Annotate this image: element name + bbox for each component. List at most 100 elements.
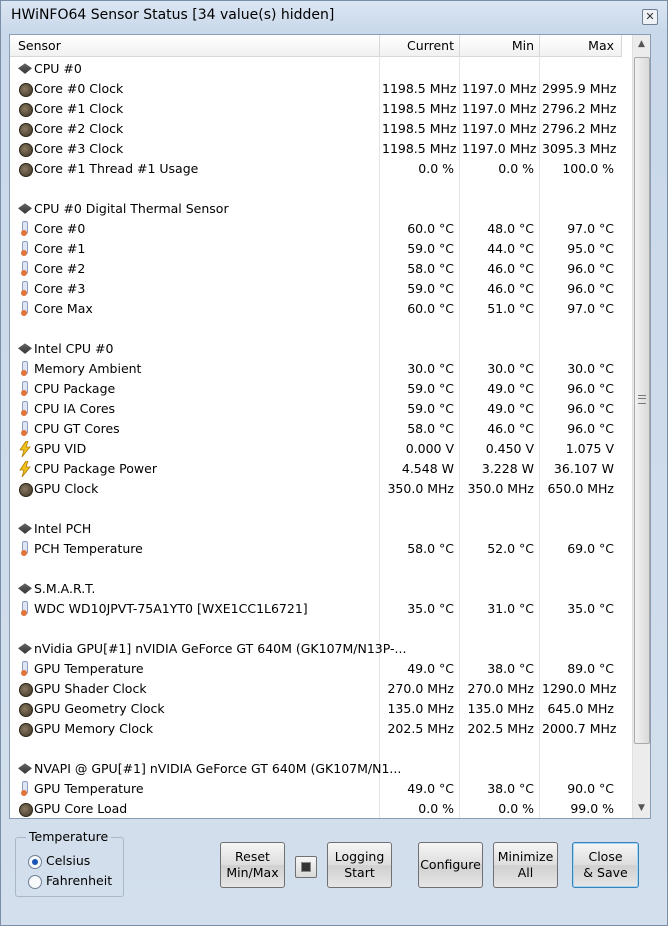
vertical-scrollbar[interactable]: ▲ ▼ (632, 35, 650, 818)
sensor-max-value: 2995.9 MHz (542, 81, 617, 96)
sensor-min-value: 49.0 °C (487, 401, 534, 416)
sensor-row[interactable]: Core #0 Clock 1198.5 MHz 1197.0 MHz 2995.9 … (10, 79, 622, 99)
sensor-max-value: 96.0 °C (567, 421, 614, 436)
sensor-current-value: 0.000 V (405, 441, 454, 456)
sensor-row[interactable]: Core #3 Clock 1198.5 MHz 1197.0 MHz 3095.3 … (10, 139, 622, 159)
clock-icon (19, 803, 33, 817)
sensor-row[interactable]: GPU VID 0.000 V 0.450 V 1.075 V (10, 439, 622, 459)
clock-icon (19, 723, 33, 737)
clock-icon (19, 683, 33, 697)
sensor-row[interactable]: GPU Temperature 49.0 °C 38.0 °C 89.0 °C (10, 659, 622, 679)
logging-start-button[interactable]: Logging Start (327, 842, 392, 888)
scroll-up-icon[interactable]: ▲ (633, 35, 650, 53)
sensor-row[interactable]: Core Max 60.0 °C 51.0 °C 97.0 °C (10, 299, 622, 319)
clock-icon (19, 143, 33, 157)
sensor-current-value: 60.0 °C (407, 301, 454, 316)
sensor-group-row[interactable]: CPU #0 (10, 59, 622, 79)
window-close-icon[interactable]: ✕ (642, 9, 658, 25)
reset-label-line2: Min/Max (226, 865, 279, 880)
sensor-row[interactable]: GPU Memory Clock 202.5 MHz 202.5 MHz 2000.7… (10, 719, 622, 739)
spacer-row (10, 319, 622, 339)
sensor-row[interactable]: Core #1 Clock 1198.5 MHz 1197.0 MHz 2796.2 … (10, 99, 622, 119)
sensor-group-row[interactable]: Intel CPU #0 (10, 339, 622, 359)
sensor-group-row[interactable]: nVidia GPU[#1] nVIDIA GeForce GT 640M (G… (10, 639, 622, 659)
sensor-row[interactable]: Core #2 58.0 °C 46.0 °C 96.0 °C (10, 259, 622, 279)
sensor-row[interactable]: CPU IA Cores 59.0 °C 49.0 °C 96.0 °C (10, 399, 622, 419)
sensor-row[interactable]: GPU Shader Clock 270.0 MHz 270.0 MHz 1290.0… (10, 679, 622, 699)
reset-min-max-button[interactable]: Reset Min/Max (220, 842, 285, 888)
sensor-label: Core #1 (34, 241, 86, 256)
sensor-current-value: 4.548 W (401, 461, 454, 476)
sensor-label: WDC WD10JPVT-75A1YT0 [WXE1CC1L6721] (34, 601, 308, 616)
sensor-min-value: 1197.0 MHz (462, 81, 537, 96)
sensor-row[interactable]: Core #1 59.0 °C 44.0 °C 95.0 °C (10, 239, 622, 259)
lightning-icon (19, 440, 31, 458)
bottom-toolbar: Temperature Celsius Fahrenheit Reset Min/… (1, 821, 667, 925)
column-header-current[interactable]: Current (380, 35, 454, 56)
sensor-row[interactable]: Core #1 Thread #1 Usage 0.0 % 0.0 % 100.0 % (10, 159, 622, 179)
sensor-row[interactable]: CPU Package 59.0 °C 49.0 °C 96.0 °C (10, 379, 622, 399)
sensor-group-row[interactable]: S.M.A.R.T. (10, 579, 622, 599)
window-title: HWiNFO64 Sensor Status [34 value(s) hidd… (11, 7, 335, 23)
sensor-min-value: 46.0 °C (487, 421, 534, 436)
fahrenheit-radio[interactable] (28, 875, 42, 889)
column-header-max[interactable]: Max (540, 35, 614, 56)
sensor-row[interactable]: CPU GT Cores 58.0 °C 46.0 °C 96.0 °C (10, 419, 622, 439)
close-and-save-button[interactable]: Close & Save (572, 842, 639, 888)
sensor-current-value: 1198.5 MHz (382, 101, 457, 116)
column-header-min[interactable]: Min (460, 35, 534, 56)
sensor-max-value: 96.0 °C (567, 261, 614, 276)
sensor-group-row[interactable]: CPU #0 Digital Thermal Sensor (10, 199, 622, 219)
sensor-row[interactable]: WDC WD10JPVT-75A1YT0 [WXE1CC1L6721] 35.0 … (10, 599, 622, 619)
sensor-label: GPU Temperature (34, 661, 144, 676)
sensor-label: Core #2 (34, 261, 86, 276)
sensor-label: Core #3 Clock (34, 141, 124, 156)
sensor-row[interactable]: Core #0 60.0 °C 48.0 °C 97.0 °C (10, 219, 622, 239)
title-bar[interactable]: HWiNFO64 Sensor Status [34 value(s) hidd… (1, 1, 667, 31)
sensor-label: PCH Temperature (34, 541, 143, 556)
sensor-min-value: 202.5 MHz (467, 721, 534, 736)
sensor-max-value: 96.0 °C (567, 381, 614, 396)
column-header-sensor[interactable]: Sensor (18, 35, 61, 56)
sensor-current-value: 58.0 °C (407, 541, 454, 556)
sensor-settings-button[interactable] (295, 856, 317, 878)
sensor-label: CPU Package (34, 381, 116, 396)
configure-button[interactable]: Configure (418, 842, 483, 888)
logging-label-line1: Logging (334, 849, 385, 864)
sensor-label: Memory Ambient (34, 361, 142, 376)
sensor-label: GPU Memory Clock (34, 721, 154, 736)
sensor-label: GPU Geometry Clock (34, 701, 165, 716)
fahrenheit-label[interactable]: Fahrenheit (46, 873, 112, 888)
sensor-row[interactable]: Memory Ambient 30.0 °C 30.0 °C 30.0 °C (10, 359, 622, 379)
sensor-current-value: 135.0 MHz (387, 701, 454, 716)
scrollbar-thumb[interactable] (634, 57, 650, 744)
sensor-status-window: HWiNFO64 Sensor Status [34 value(s) hidd… (0, 0, 668, 926)
sensor-row[interactable]: GPU Temperature 49.0 °C 38.0 °C 90.0 °C (10, 779, 622, 799)
minimize-label-line1: Minimize (497, 849, 554, 864)
minimize-all-button[interactable]: Minimize All (493, 842, 558, 888)
clock-icon (19, 483, 33, 497)
grip-icon (638, 395, 646, 404)
sensor-row[interactable]: Core #3 59.0 °C 46.0 °C 96.0 °C (10, 279, 622, 299)
sensor-max-value: 69.0 °C (567, 541, 614, 556)
sensor-current-value: 30.0 °C (407, 361, 454, 376)
sensor-row[interactable]: CPU Package Power 4.548 W 3.228 W 36.107 W (10, 459, 622, 479)
sensor-min-value: 350.0 MHz (467, 481, 534, 496)
clock-icon (19, 703, 33, 717)
spacer-row (10, 739, 622, 759)
sensor-current-value: 270.0 MHz (387, 681, 454, 696)
sensor-current-value: 35.0 °C (407, 601, 454, 616)
sensor-row[interactable]: GPU Clock 350.0 MHz 350.0 MHz 650.0 MHz (10, 479, 622, 499)
scroll-down-icon[interactable]: ▼ (633, 799, 650, 817)
sensor-group-row[interactable]: Intel PCH (10, 519, 622, 539)
thermometer-icon (21, 361, 28, 376)
sensor-row[interactable]: GPU Core Load 0.0 % 0.0 % 99.0 % (10, 799, 622, 818)
chip-icon (18, 643, 32, 654)
clock-icon (19, 163, 33, 177)
sensor-row[interactable]: Core #2 Clock 1198.5 MHz 1197.0 MHz 2796.2 … (10, 119, 622, 139)
sensor-row[interactable]: GPU Geometry Clock 135.0 MHz 135.0 MHz 645.… (10, 699, 622, 719)
sensor-row[interactable]: PCH Temperature 58.0 °C 52.0 °C 69.0 °C (10, 539, 622, 559)
sensor-group-row[interactable]: NVAPI @ GPU[#1] nVIDIA GeForce GT 640M (… (10, 759, 622, 779)
celsius-label[interactable]: Celsius (46, 853, 90, 868)
celsius-radio[interactable] (28, 855, 42, 869)
